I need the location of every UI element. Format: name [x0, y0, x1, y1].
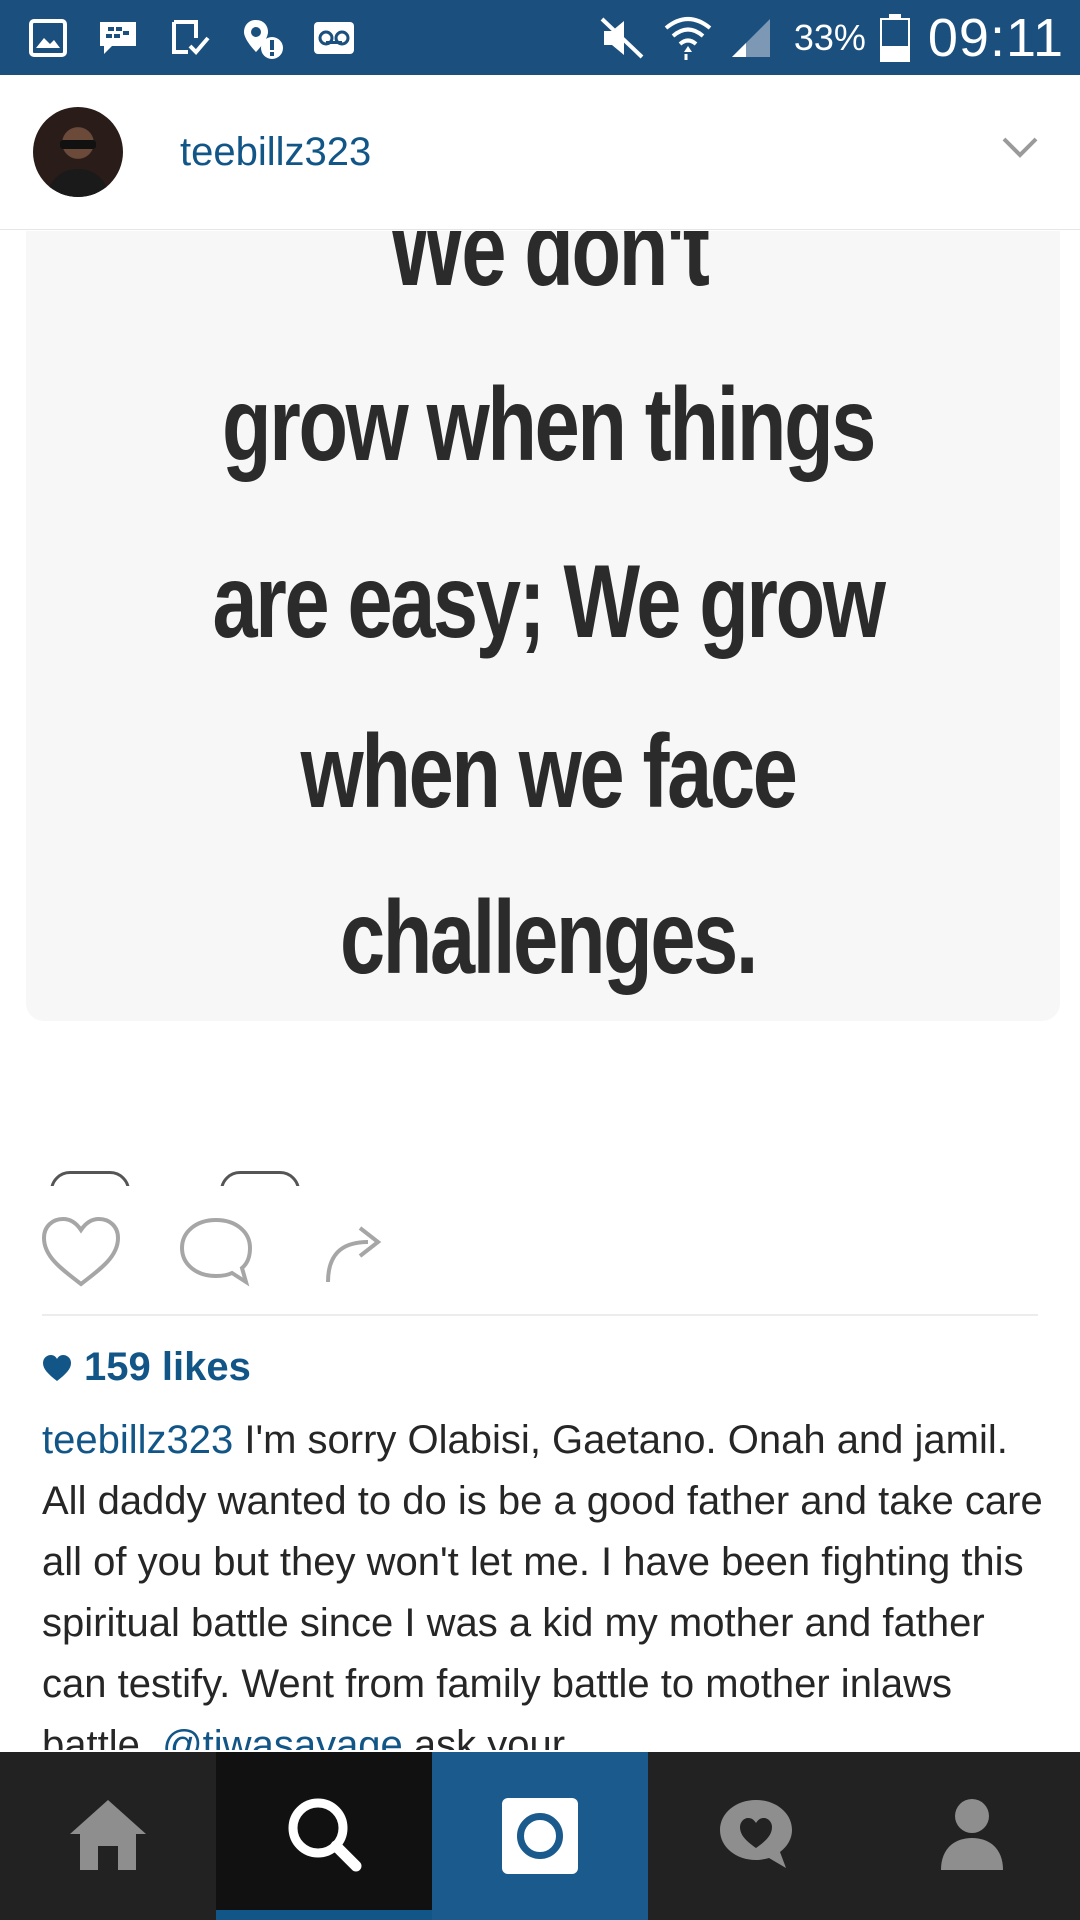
post-image[interactable]: We don't grow when things are easy; We g… [0, 231, 1080, 1186]
voicemail-icon [312, 18, 356, 58]
home-icon [66, 1796, 150, 1877]
quote-line: are easy; We grow [212, 544, 886, 660]
post-caption: teebillz323 I'm sorry Olabisi, Gaetano. … [42, 1410, 1052, 1750]
likes-count[interactable]: 159 likes [42, 1345, 251, 1390]
chevron-down-icon[interactable] [1000, 133, 1040, 161]
download-done-icon [168, 18, 212, 58]
location-alert-icon [240, 16, 284, 60]
likes-label: 159 likes [84, 1345, 251, 1389]
gallery-icon [28, 18, 68, 58]
system-icons: 33% 09:11 [584, 7, 1064, 69]
camera-icon [502, 1798, 578, 1874]
caption-username[interactable]: teebillz323 [42, 1418, 233, 1462]
caption-text: I'm sorry Olabisi, Gaetano. Onah and jam… [42, 1418, 1043, 1750]
battery-icon [879, 13, 910, 62]
signal-icon [728, 15, 774, 61]
quote-line: We don't [388, 231, 710, 308]
avatar[interactable] [33, 107, 123, 197]
like-button[interactable] [40, 1216, 122, 1288]
cropped-action-icons [40, 1171, 440, 1186]
bbm-icon [96, 18, 140, 58]
search-icon [286, 1796, 362, 1877]
divider [42, 1314, 1038, 1316]
profile-icon [939, 1796, 1005, 1877]
mute-icon [598, 15, 648, 61]
quote-line: challenges. [340, 880, 758, 996]
bottom-nav [0, 1752, 1080, 1920]
comment-button[interactable] [178, 1216, 254, 1288]
status-bar: 33% 09:11 [0, 0, 1080, 75]
caption-tail: ask your [402, 1723, 566, 1750]
quote-line: when we face [300, 714, 798, 830]
clock: 09:11 [927, 7, 1064, 68]
nav-profile[interactable] [864, 1752, 1080, 1920]
notification-icons [28, 16, 384, 60]
share-button[interactable] [320, 1216, 390, 1288]
heart-icon [42, 1354, 72, 1382]
post-actions [0, 1186, 1080, 1316]
post-username[interactable]: teebillz323 [180, 130, 371, 175]
activity-icon [716, 1796, 796, 1877]
caption-mention[interactable]: @tiwasavage [162, 1723, 403, 1750]
post-header: teebillz323 [0, 75, 1080, 230]
nav-home[interactable] [0, 1752, 216, 1920]
wifi-icon [662, 14, 714, 62]
nav-search[interactable] [216, 1752, 432, 1920]
battery-percentage: 33% [793, 16, 866, 58]
nav-activity[interactable] [648, 1752, 864, 1920]
quote-line: grow when things [222, 367, 876, 483]
quote-card: We don't grow when things are easy; We g… [26, 231, 1060, 1021]
nav-camera[interactable] [432, 1752, 648, 1920]
